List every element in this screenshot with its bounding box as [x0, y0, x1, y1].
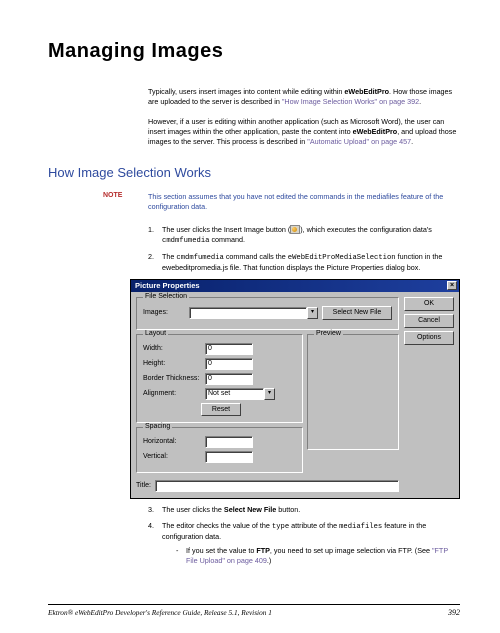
images-combo[interactable] — [189, 307, 307, 319]
chevron-down-icon[interactable]: ▾ — [307, 307, 318, 319]
intro-paragraph-1: Typically, users insert images into cont… — [148, 87, 460, 107]
picture-properties-dialog: Picture Properties × File Selection Imag… — [130, 279, 460, 499]
height-input[interactable]: 0 — [205, 358, 253, 370]
select-new-file-button[interactable]: Select New File — [322, 306, 392, 320]
step-2: 2. The cmdmfumedia command calls the eWe… — [148, 252, 460, 273]
intro-paragraph-2: However, if a user is editing within ano… — [148, 117, 460, 147]
footer-text: Ektron® eWebEditPro Developer's Referenc… — [48, 608, 272, 617]
note-label: Note — [103, 192, 148, 212]
horizontal-input[interactable] — [205, 436, 253, 448]
dialog-title: Picture Properties — [135, 281, 200, 290]
sub-bullet-ftp: - If you set the value to FTP, you need … — [176, 546, 460, 566]
link-automatic-upload[interactable]: "Automatic Upload" on page 457 — [307, 137, 411, 146]
file-selection-group: File Selection Images: ▾ Select New File — [136, 297, 399, 330]
images-label: Images: — [143, 309, 185, 316]
border-input[interactable]: 0 — [205, 373, 253, 385]
cancel-button[interactable]: Cancel — [404, 314, 454, 328]
note-text: This section assumes that you have not e… — [148, 192, 460, 212]
reset-button[interactable]: Reset — [201, 403, 241, 416]
alignment-combo[interactable]: Not set — [205, 388, 264, 400]
preview-group: Preview — [307, 334, 399, 450]
page-footer: Ektron® eWebEditPro Developer's Referenc… — [48, 604, 460, 617]
step-1: 1. The user clicks the Insert Image butt… — [148, 225, 460, 246]
step-3: 3. The user clicks the Select New File b… — [148, 505, 460, 515]
note-block: Note This section assumes that you have … — [103, 192, 460, 212]
options-button[interactable]: Options — [404, 331, 454, 345]
chevron-down-icon[interactable]: ▾ — [264, 388, 275, 400]
title-input[interactable] — [155, 480, 399, 492]
section-heading: How Image Selection Works — [48, 165, 460, 180]
close-icon[interactable]: × — [447, 281, 457, 290]
spacing-group: Spacing Horizontal: Vertical: — [136, 427, 303, 473]
ok-button[interactable]: OK — [404, 297, 454, 311]
page-title: Managing Images — [48, 40, 460, 63]
insert-image-icon — [290, 225, 300, 234]
title-label: Title: — [136, 482, 151, 489]
layout-group: Layout Width:0 Height:0 Border Thickness… — [136, 334, 303, 423]
vertical-input[interactable] — [205, 451, 253, 463]
link-how-image-selection[interactable]: "How Image Selection Works" on page 392 — [282, 97, 419, 106]
step-4: 4. The editor checks the value of the ty… — [148, 521, 460, 566]
dialog-titlebar: Picture Properties × — [131, 280, 459, 292]
width-input[interactable]: 0 — [205, 343, 253, 355]
page-number: 392 — [448, 608, 460, 617]
